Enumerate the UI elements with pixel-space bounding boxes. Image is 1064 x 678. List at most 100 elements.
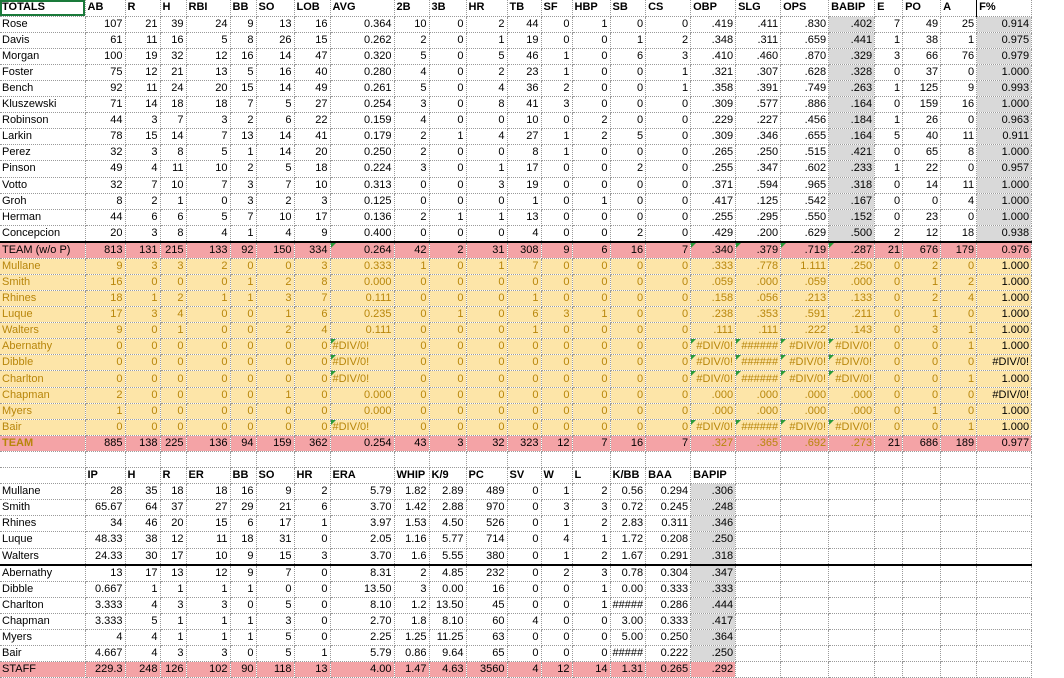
stat-cell[interactable]: 25 [940,16,978,33]
column-header[interactable]: K/BB [610,467,647,485]
team-stat[interactable]: 2 [429,240,467,259]
stat-cell[interactable]: 0 [645,290,692,308]
empty-cell[interactable] [780,531,830,549]
stat-cell[interactable]: 37 [160,499,187,517]
stat-cell[interactable]: 0 [429,322,467,340]
stat-cell[interactable]: .371 [690,177,737,194]
team-stat[interactable]: 43 [394,435,430,452]
stat-cell[interactable]: 4.85 [429,563,467,582]
stat-cell[interactable]: 1.42 [394,499,430,517]
stat-cell[interactable]: 0 [507,563,542,582]
team-stat[interactable]: .365 [735,435,782,452]
stat-cell[interactable]: 3 [394,160,430,178]
stat-cell[interactable]: .870 [780,48,830,65]
stat-cell[interactable]: 0 [940,403,978,420]
stat-cell[interactable]: 7 [125,177,161,194]
empty-cell[interactable] [828,581,876,598]
stat-cell[interactable]: .347 [735,160,782,178]
stat-cell[interactable]: .444 [690,597,737,614]
player-name[interactable]: Bair [0,419,86,436]
team-stat[interactable]: 31 [466,240,508,259]
empty-cell[interactable] [507,451,542,469]
stat-cell[interactable]: 0 [645,112,692,130]
stat-cell[interactable]: 1.6 [394,548,430,565]
stat-cell[interactable]: 0 [940,160,978,178]
column-header[interactable]: AB [85,0,126,17]
stat-cell[interactable]: 10 [507,112,542,130]
stat-cell[interactable]: 0 [466,225,508,243]
column-header[interactable]: CS [645,0,692,17]
stat-cell[interactable]: 44 [85,209,126,226]
stat-cell[interactable]: ###### [735,370,782,388]
stat-cell[interactable]: .200 [735,225,782,243]
stat-cell[interactable]: .000 [780,387,830,404]
stat-cell[interactable]: 0 [394,354,430,372]
stat-cell[interactable]: 0 [294,419,331,436]
stat-cell[interactable]: 0 [610,338,647,356]
player-name[interactable]: Charlton [0,370,86,388]
team-stat[interactable]: 7 [572,435,611,452]
stat-cell[interactable]: 0 [85,370,126,388]
stat-cell[interactable]: 4 [125,629,161,646]
stat-cell[interactable]: 0 [294,387,331,404]
stat-cell[interactable]: 16 [256,64,295,81]
stat-cell[interactable]: 0 [125,322,161,340]
team-stat[interactable]: 686 [902,435,942,452]
empty-cell[interactable] [902,581,942,598]
stat-cell[interactable]: #DIV/0! [690,338,737,356]
stat-cell[interactable]: 0 [572,274,611,292]
empty-cell[interactable] [940,613,978,630]
stat-cell[interactable]: 21 [256,499,295,517]
stat-cell[interactable]: 0 [572,225,611,243]
stat-cell[interactable]: 16 [230,48,257,65]
stat-cell[interactable]: 0.333 [645,613,692,630]
stat-cell[interactable]: 36 [507,80,542,98]
column-header[interactable]: BAA [645,467,692,485]
stat-cell[interactable]: 2 [466,64,508,81]
stat-cell[interactable]: 1 [874,160,904,178]
empty-cell[interactable] [902,629,942,646]
stat-cell[interactable]: 0 [507,483,542,501]
stat-cell[interactable]: #DIV/0! [828,370,876,388]
stat-cell[interactable]: 8 [507,144,542,162]
stat-cell[interactable]: 0 [429,370,467,388]
empty-cell[interactable] [572,451,611,469]
stat-cell[interactable]: 0 [125,338,161,356]
stat-cell[interactable]: 10 [294,177,331,194]
stat-cell[interactable]: 159 [902,96,942,114]
stat-cell[interactable]: 380 [466,548,508,565]
empty-cell[interactable] [780,661,830,678]
stat-cell[interactable]: 0 [429,354,467,372]
stat-cell[interactable]: 22 [902,160,942,178]
player-name[interactable]: Foster [0,64,86,81]
stat-cell[interactable]: 0 [610,370,647,388]
stat-cell[interactable]: 0 [507,581,542,598]
stat-cell[interactable]: 1.000 [976,258,1033,275]
empty-cell[interactable] [940,499,978,517]
stat-cell[interactable]: 526 [466,515,508,533]
stat-cell[interactable]: 1.000 [976,193,1033,210]
stat-cell[interactable]: 0.911 [976,128,1033,146]
stat-cell[interactable]: 0 [874,322,904,340]
stat-cell[interactable]: 0.000 [330,403,395,420]
stat-cell[interactable]: #DIV/0! [976,387,1033,404]
column-header[interactable] [902,467,942,485]
empty-cell[interactable] [940,661,978,678]
empty-cell[interactable] [940,563,978,582]
empty-cell[interactable] [940,451,978,469]
stat-cell[interactable]: 0 [541,354,573,372]
stat-cell[interactable]: #DIV/0! [780,338,830,356]
stat-cell[interactable]: 5 [394,48,430,65]
stat-cell[interactable]: 5.79 [330,645,395,662]
stat-cell[interactable]: 0.975 [976,32,1033,49]
empty-cell[interactable] [902,597,942,614]
column-header[interactable]: SF [541,0,573,17]
stat-cell[interactable]: 2 [645,32,692,49]
stat-cell[interactable]: 0 [429,403,467,420]
stat-cell[interactable]: 0 [541,403,573,420]
stat-cell[interactable]: .333 [690,258,737,275]
stat-cell[interactable]: 0 [429,160,467,178]
empty-cell[interactable] [976,499,1033,517]
stat-cell[interactable]: 0 [645,177,692,194]
stat-cell[interactable]: 0.914 [976,16,1033,33]
